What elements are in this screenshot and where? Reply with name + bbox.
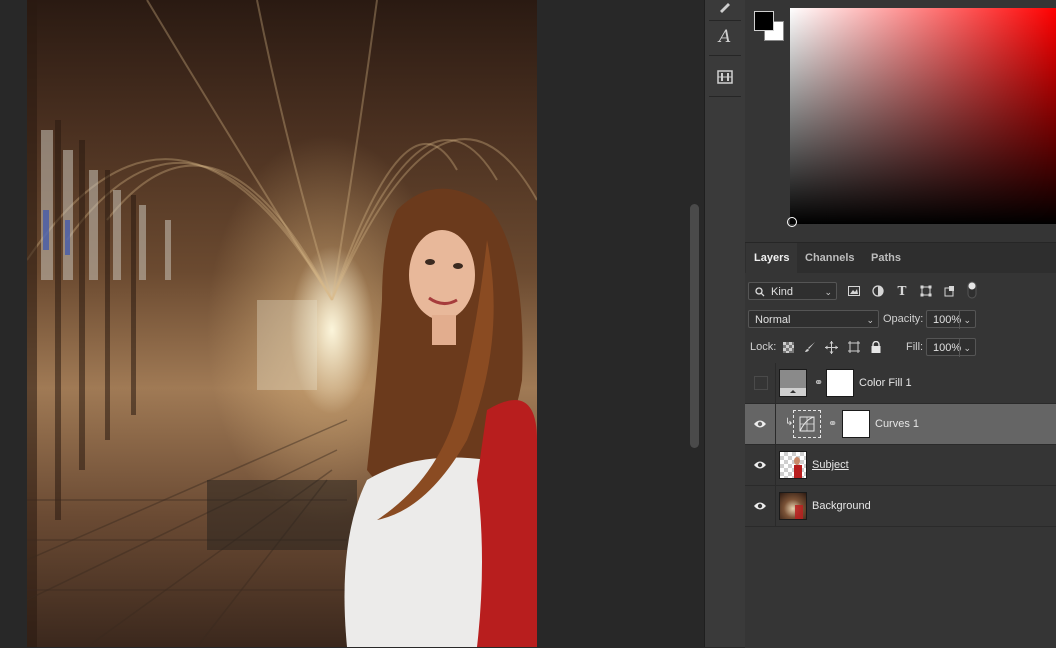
opacity-value: 100% bbox=[933, 314, 962, 326]
link-icon[interactable]: ⚭ bbox=[828, 417, 837, 430]
document-canvas[interactable] bbox=[27, 0, 537, 647]
filter-kind-label: Kind bbox=[771, 286, 794, 298]
search-icon bbox=[755, 283, 765, 303]
blend-mode-value: Normal bbox=[755, 314, 791, 326]
chevron-down-icon: ⌄ bbox=[959, 339, 971, 357]
brush-icon[interactable] bbox=[711, 0, 739, 20]
opacity-field[interactable]: 100% ⌄ bbox=[926, 310, 976, 329]
layer-name[interactable]: Curves 1 bbox=[875, 404, 919, 444]
canvas-scrollbar-thumb[interactable] bbox=[690, 204, 699, 448]
link-icon[interactable]: ⚭ bbox=[814, 376, 823, 389]
panel-tabs: Layers Channels Paths bbox=[745, 243, 1056, 273]
tab-layers[interactable]: Layers bbox=[746, 243, 798, 273]
mask-thumbnail bbox=[826, 369, 854, 397]
layer-row-subject[interactable]: Subject bbox=[745, 445, 1056, 486]
lock-artboard-icon[interactable] bbox=[846, 339, 862, 355]
row-divider bbox=[775, 404, 776, 444]
tool-divider bbox=[709, 20, 741, 21]
panel-icon-strip: A bbox=[704, 0, 746, 647]
row-divider bbox=[775, 486, 776, 526]
fill-field[interactable]: 100% ⌄ bbox=[926, 338, 976, 357]
filter-shape-layers-icon[interactable] bbox=[918, 283, 934, 299]
lock-transparent-pixels-icon[interactable] bbox=[780, 339, 796, 355]
tab-paths[interactable]: Paths bbox=[863, 243, 909, 273]
background-thumbnail bbox=[779, 492, 807, 520]
filter-pixel-layers-icon[interactable] bbox=[846, 283, 862, 299]
layer-name[interactable]: Color Fill 1 bbox=[859, 363, 912, 403]
tab-channels[interactable]: Channels bbox=[797, 243, 863, 273]
subject-person bbox=[344, 188, 537, 647]
visibility-toggle-off[interactable] bbox=[754, 376, 768, 390]
text-style-icon[interactable]: A bbox=[711, 23, 739, 51]
color-picker-field[interactable] bbox=[790, 8, 1056, 224]
filter-adjustment-layers-icon[interactable] bbox=[870, 283, 886, 299]
chevron-down-icon: ⌄ bbox=[866, 315, 874, 325]
filter-smart-object-icon[interactable] bbox=[942, 283, 958, 299]
curves-thumbnail bbox=[793, 410, 821, 438]
tool-divider bbox=[709, 96, 741, 97]
foreground-color-swatch[interactable] bbox=[754, 11, 774, 31]
text-style-glyph: A bbox=[718, 27, 732, 47]
layer-name[interactable]: Subject bbox=[812, 445, 849, 485]
lock-label: Lock: bbox=[750, 341, 777, 353]
row-divider bbox=[775, 445, 776, 485]
chevron-down-icon: ⌄ bbox=[959, 311, 971, 329]
opacity-label: Opacity: bbox=[883, 313, 924, 325]
mask-thumbnail bbox=[842, 410, 870, 438]
eye-icon[interactable] bbox=[753, 417, 767, 431]
filter-toggle-icon[interactable] bbox=[964, 281, 980, 299]
lock-position-icon[interactable] bbox=[823, 339, 839, 355]
eye-icon[interactable] bbox=[753, 458, 767, 472]
layer-filter-kind-dropdown[interactable]: Kind ⌄ bbox=[748, 282, 837, 300]
color-fill-thumbnail bbox=[779, 369, 807, 397]
layer-row-curves[interactable]: ↳ ⚭ Curves 1 bbox=[745, 404, 1056, 445]
blend-mode-dropdown[interactable]: Normal ⌄ bbox=[748, 310, 879, 328]
fill-value: 100% bbox=[933, 342, 962, 354]
lock-all-icon[interactable] bbox=[868, 339, 884, 355]
layer-row-background[interactable]: Background bbox=[745, 486, 1056, 527]
row-divider bbox=[775, 363, 776, 403]
color-picker-cursor[interactable] bbox=[787, 217, 797, 227]
adjustments-grid-icon[interactable] bbox=[711, 63, 739, 91]
layer-name[interactable]: Background bbox=[812, 486, 871, 526]
filter-type-layers-icon[interactable]: T bbox=[894, 283, 910, 299]
tool-divider bbox=[709, 55, 741, 56]
lock-image-pixels-icon[interactable] bbox=[802, 339, 818, 355]
chevron-down-icon: ⌄ bbox=[824, 287, 832, 297]
eye-icon[interactable] bbox=[753, 499, 767, 513]
layer-row-color-fill[interactable]: ⚭ Color Fill 1 bbox=[745, 363, 1056, 404]
fill-label: Fill: bbox=[906, 341, 924, 353]
subject-thumbnail bbox=[779, 451, 807, 479]
